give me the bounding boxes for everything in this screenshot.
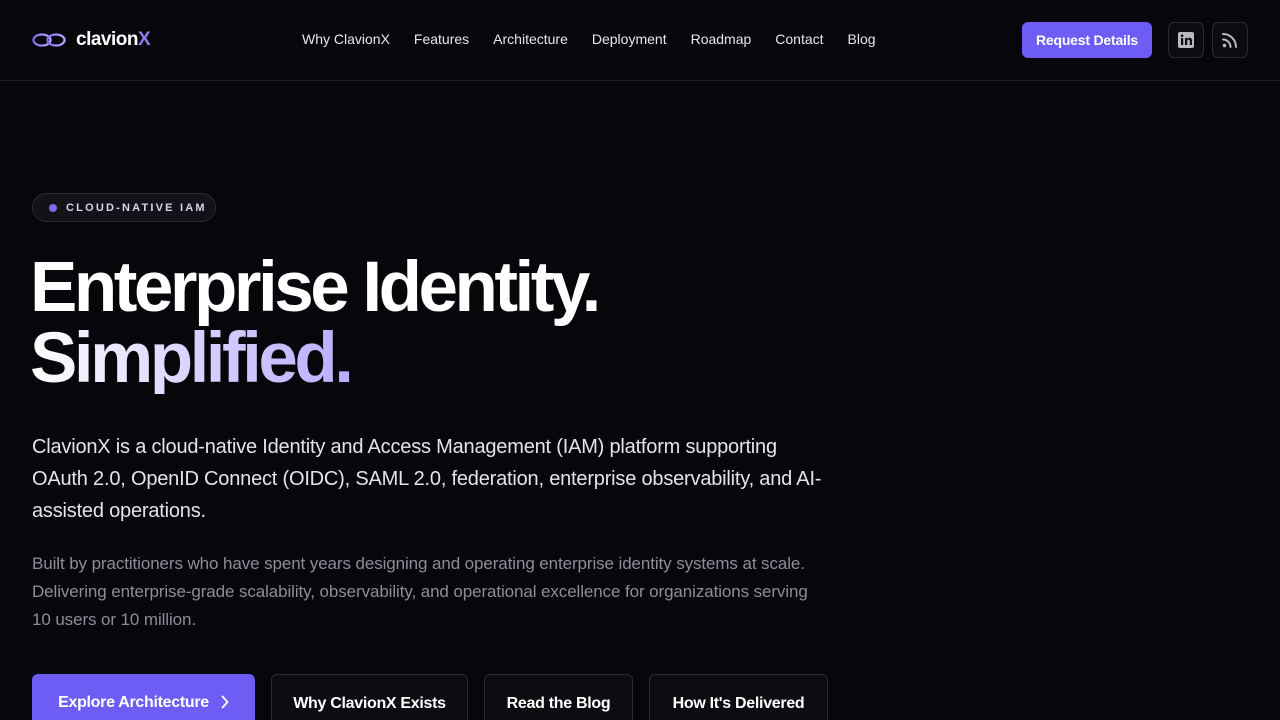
request-details-button[interactable]: Request Details	[1022, 22, 1152, 58]
nav-link-why-clavionx[interactable]: Why ClavionX	[302, 31, 390, 47]
infinity-logo-icon	[32, 33, 66, 47]
how-its-delivered-button[interactable]: How It's Delivered	[649, 674, 828, 720]
nav-link-contact[interactable]: Contact	[775, 31, 823, 47]
chevron-right-icon	[221, 695, 229, 709]
rss-button[interactable]	[1212, 22, 1248, 58]
hero-headline: Enterprise Identity. Simplified.	[30, 248, 601, 394]
rss-icon	[1222, 33, 1237, 48]
read-the-blog-button[interactable]: Read the Blog	[484, 674, 633, 720]
hero-sub-paragraph: Built by practitioners who have spent ye…	[32, 554, 808, 629]
brand-logo[interactable]: clavionX	[32, 28, 151, 52]
nav-link-blog[interactable]: Blog	[848, 31, 876, 47]
landing-page: clavionX Why ClavionX Features Architect…	[0, 0, 1280, 720]
brand-name: clavionX	[76, 29, 151, 50]
headline-line-2: Simplified.	[30, 323, 598, 394]
badge-dot-icon	[49, 203, 57, 212]
main-nav: Why ClavionX Features Architecture Deplo…	[302, 31, 900, 47]
nav-link-features[interactable]: Features	[414, 31, 469, 47]
nav-link-architecture[interactable]: Architecture	[493, 31, 568, 47]
nav-link-roadmap[interactable]: Roadmap	[691, 31, 752, 47]
explore-architecture-button[interactable]: Explore Architecture	[32, 674, 255, 720]
category-badge: CLOUD-NATIVE IAM	[32, 193, 216, 222]
badge-label: CLOUD-NATIVE IAM	[66, 201, 207, 214]
headline-line-1: Enterprise Identity.	[30, 248, 601, 327]
linkedin-icon	[1178, 32, 1194, 48]
linkedin-button[interactable]	[1168, 22, 1204, 58]
site-header: clavionX Why ClavionX Features Architect…	[0, 0, 1280, 81]
explore-architecture-label: Explore Architecture	[58, 694, 209, 711]
hero-lead-paragraph: ClavionX is a cloud-native Identity and …	[32, 436, 822, 522]
nav-link-deployment[interactable]: Deployment	[592, 31, 667, 47]
why-clavionx-exists-button[interactable]: Why ClavionX Exists	[271, 674, 468, 720]
